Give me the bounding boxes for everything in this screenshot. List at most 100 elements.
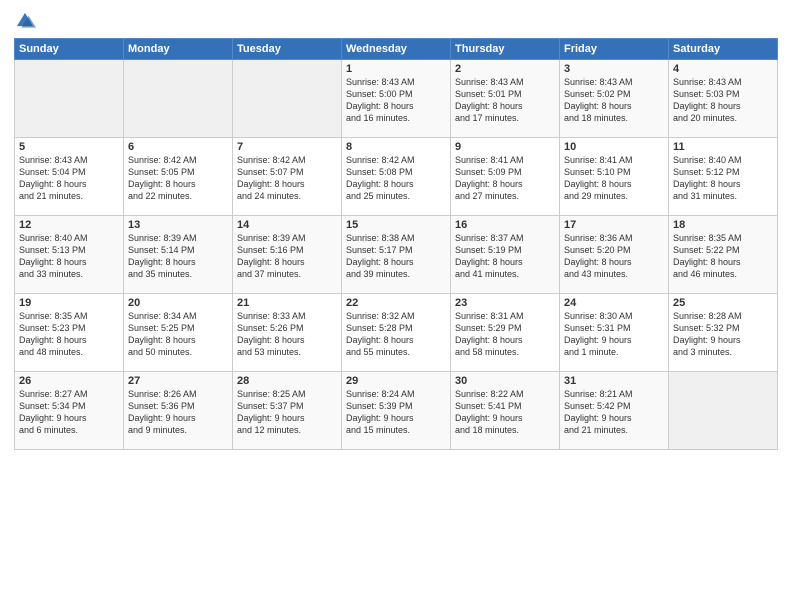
day-info: Sunrise: 8:24 AM Sunset: 5:39 PM Dayligh…: [346, 388, 446, 437]
day-number: 10: [564, 141, 664, 153]
day-info: Sunrise: 8:21 AM Sunset: 5:42 PM Dayligh…: [564, 388, 664, 437]
logo-icon: [14, 10, 36, 32]
day-info: Sunrise: 8:32 AM Sunset: 5:28 PM Dayligh…: [346, 310, 446, 359]
day-number: 23: [455, 297, 555, 309]
week-row-4: 19Sunrise: 8:35 AM Sunset: 5:23 PM Dayli…: [15, 294, 778, 372]
calendar-cell: 14Sunrise: 8:39 AM Sunset: 5:16 PM Dayli…: [233, 216, 342, 294]
day-info: Sunrise: 8:36 AM Sunset: 5:20 PM Dayligh…: [564, 232, 664, 281]
day-number: 17: [564, 219, 664, 231]
day-number: 5: [19, 141, 119, 153]
calendar-cell: 29Sunrise: 8:24 AM Sunset: 5:39 PM Dayli…: [342, 372, 451, 450]
day-info: Sunrise: 8:35 AM Sunset: 5:23 PM Dayligh…: [19, 310, 119, 359]
calendar-cell: 21Sunrise: 8:33 AM Sunset: 5:26 PM Dayli…: [233, 294, 342, 372]
day-info: Sunrise: 8:33 AM Sunset: 5:26 PM Dayligh…: [237, 310, 337, 359]
weekday-header-saturday: Saturday: [669, 39, 778, 60]
day-info: Sunrise: 8:22 AM Sunset: 5:41 PM Dayligh…: [455, 388, 555, 437]
day-number: 24: [564, 297, 664, 309]
calendar-cell: 6Sunrise: 8:42 AM Sunset: 5:05 PM Daylig…: [124, 138, 233, 216]
day-info: Sunrise: 8:39 AM Sunset: 5:14 PM Dayligh…: [128, 232, 228, 281]
week-row-5: 26Sunrise: 8:27 AM Sunset: 5:34 PM Dayli…: [15, 372, 778, 450]
day-number: 30: [455, 375, 555, 387]
day-info: Sunrise: 8:40 AM Sunset: 5:12 PM Dayligh…: [673, 154, 773, 203]
day-info: Sunrise: 8:31 AM Sunset: 5:29 PM Dayligh…: [455, 310, 555, 359]
calendar-cell: 20Sunrise: 8:34 AM Sunset: 5:25 PM Dayli…: [124, 294, 233, 372]
calendar-cell: 7Sunrise: 8:42 AM Sunset: 5:07 PM Daylig…: [233, 138, 342, 216]
calendar-cell: 12Sunrise: 8:40 AM Sunset: 5:13 PM Dayli…: [15, 216, 124, 294]
day-info: Sunrise: 8:39 AM Sunset: 5:16 PM Dayligh…: [237, 232, 337, 281]
calendar-cell: 18Sunrise: 8:35 AM Sunset: 5:22 PM Dayli…: [669, 216, 778, 294]
weekday-header-row: SundayMondayTuesdayWednesdayThursdayFrid…: [15, 39, 778, 60]
calendar-cell: 15Sunrise: 8:38 AM Sunset: 5:17 PM Dayli…: [342, 216, 451, 294]
day-number: 15: [346, 219, 446, 231]
calendar-cell: 1Sunrise: 8:43 AM Sunset: 5:00 PM Daylig…: [342, 60, 451, 138]
calendar-cell: 31Sunrise: 8:21 AM Sunset: 5:42 PM Dayli…: [560, 372, 669, 450]
logo: [14, 10, 40, 32]
day-number: 22: [346, 297, 446, 309]
weekday-header-wednesday: Wednesday: [342, 39, 451, 60]
calendar-cell: 23Sunrise: 8:31 AM Sunset: 5:29 PM Dayli…: [451, 294, 560, 372]
day-info: Sunrise: 8:37 AM Sunset: 5:19 PM Dayligh…: [455, 232, 555, 281]
day-info: Sunrise: 8:26 AM Sunset: 5:36 PM Dayligh…: [128, 388, 228, 437]
calendar-cell: 22Sunrise: 8:32 AM Sunset: 5:28 PM Dayli…: [342, 294, 451, 372]
calendar-cell: 19Sunrise: 8:35 AM Sunset: 5:23 PM Dayli…: [15, 294, 124, 372]
day-info: Sunrise: 8:43 AM Sunset: 5:00 PM Dayligh…: [346, 76, 446, 125]
day-info: Sunrise: 8:42 AM Sunset: 5:08 PM Dayligh…: [346, 154, 446, 203]
calendar-cell: [124, 60, 233, 138]
day-number: 12: [19, 219, 119, 231]
day-info: Sunrise: 8:30 AM Sunset: 5:31 PM Dayligh…: [564, 310, 664, 359]
day-number: 3: [564, 63, 664, 75]
day-info: Sunrise: 8:25 AM Sunset: 5:37 PM Dayligh…: [237, 388, 337, 437]
calendar-cell: 28Sunrise: 8:25 AM Sunset: 5:37 PM Dayli…: [233, 372, 342, 450]
day-number: 7: [237, 141, 337, 153]
week-row-3: 12Sunrise: 8:40 AM Sunset: 5:13 PM Dayli…: [15, 216, 778, 294]
calendar-cell: 5Sunrise: 8:43 AM Sunset: 5:04 PM Daylig…: [15, 138, 124, 216]
day-info: Sunrise: 8:40 AM Sunset: 5:13 PM Dayligh…: [19, 232, 119, 281]
day-number: 21: [237, 297, 337, 309]
calendar-container: SundayMondayTuesdayWednesdayThursdayFrid…: [0, 0, 792, 612]
calendar-cell: 9Sunrise: 8:41 AM Sunset: 5:09 PM Daylig…: [451, 138, 560, 216]
weekday-header-monday: Monday: [124, 39, 233, 60]
day-number: 13: [128, 219, 228, 231]
day-info: Sunrise: 8:43 AM Sunset: 5:02 PM Dayligh…: [564, 76, 664, 125]
calendar-cell: [15, 60, 124, 138]
day-info: Sunrise: 8:35 AM Sunset: 5:22 PM Dayligh…: [673, 232, 773, 281]
day-number: 26: [19, 375, 119, 387]
calendar-cell: [233, 60, 342, 138]
weekday-header-thursday: Thursday: [451, 39, 560, 60]
calendar-cell: 26Sunrise: 8:27 AM Sunset: 5:34 PM Dayli…: [15, 372, 124, 450]
day-number: 9: [455, 141, 555, 153]
calendar-cell: 11Sunrise: 8:40 AM Sunset: 5:12 PM Dayli…: [669, 138, 778, 216]
day-info: Sunrise: 8:27 AM Sunset: 5:34 PM Dayligh…: [19, 388, 119, 437]
weekday-header-sunday: Sunday: [15, 39, 124, 60]
day-number: 16: [455, 219, 555, 231]
day-number: 27: [128, 375, 228, 387]
calendar-table: SundayMondayTuesdayWednesdayThursdayFrid…: [14, 38, 778, 450]
day-number: 2: [455, 63, 555, 75]
day-number: 8: [346, 141, 446, 153]
header: [14, 10, 778, 32]
calendar-cell: 16Sunrise: 8:37 AM Sunset: 5:19 PM Dayli…: [451, 216, 560, 294]
calendar-cell: 30Sunrise: 8:22 AM Sunset: 5:41 PM Dayli…: [451, 372, 560, 450]
calendar-cell: 13Sunrise: 8:39 AM Sunset: 5:14 PM Dayli…: [124, 216, 233, 294]
day-number: 14: [237, 219, 337, 231]
calendar-cell: 8Sunrise: 8:42 AM Sunset: 5:08 PM Daylig…: [342, 138, 451, 216]
day-number: 18: [673, 219, 773, 231]
day-number: 4: [673, 63, 773, 75]
calendar-cell: 17Sunrise: 8:36 AM Sunset: 5:20 PM Dayli…: [560, 216, 669, 294]
day-number: 28: [237, 375, 337, 387]
day-info: Sunrise: 8:43 AM Sunset: 5:01 PM Dayligh…: [455, 76, 555, 125]
day-info: Sunrise: 8:41 AM Sunset: 5:09 PM Dayligh…: [455, 154, 555, 203]
day-info: Sunrise: 8:42 AM Sunset: 5:05 PM Dayligh…: [128, 154, 228, 203]
day-number: 6: [128, 141, 228, 153]
calendar-cell: 4Sunrise: 8:43 AM Sunset: 5:03 PM Daylig…: [669, 60, 778, 138]
day-number: 11: [673, 141, 773, 153]
day-info: Sunrise: 8:43 AM Sunset: 5:04 PM Dayligh…: [19, 154, 119, 203]
day-info: Sunrise: 8:34 AM Sunset: 5:25 PM Dayligh…: [128, 310, 228, 359]
calendar-cell: 3Sunrise: 8:43 AM Sunset: 5:02 PM Daylig…: [560, 60, 669, 138]
day-number: 19: [19, 297, 119, 309]
week-row-2: 5Sunrise: 8:43 AM Sunset: 5:04 PM Daylig…: [15, 138, 778, 216]
weekday-header-friday: Friday: [560, 39, 669, 60]
day-info: Sunrise: 8:42 AM Sunset: 5:07 PM Dayligh…: [237, 154, 337, 203]
day-number: 31: [564, 375, 664, 387]
week-row-1: 1Sunrise: 8:43 AM Sunset: 5:00 PM Daylig…: [15, 60, 778, 138]
